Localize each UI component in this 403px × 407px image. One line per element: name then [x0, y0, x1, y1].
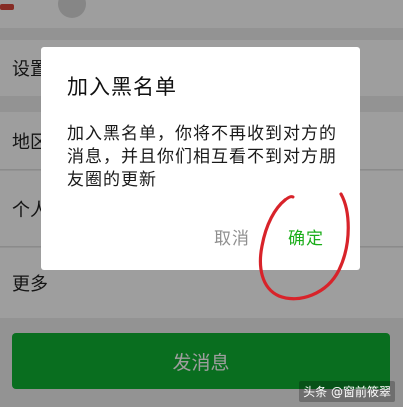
watermark: 头条 @窗前筱翠 — [299, 381, 395, 402]
confirm-button[interactable]: 确定 — [288, 224, 324, 249]
blacklist-dialog: 加入黑名单 加入黑名单，你将不再收到对方的消息，并且你们相互看不到对方朋友圈的更… — [41, 47, 360, 270]
cancel-button[interactable]: 取消 — [214, 224, 250, 249]
dialog-title: 加入黑名单 — [67, 75, 177, 99]
dialog-message: 加入黑名单，你将不再收到对方的消息，并且你们相互看不到对方朋友圈的更新 — [67, 124, 337, 190]
